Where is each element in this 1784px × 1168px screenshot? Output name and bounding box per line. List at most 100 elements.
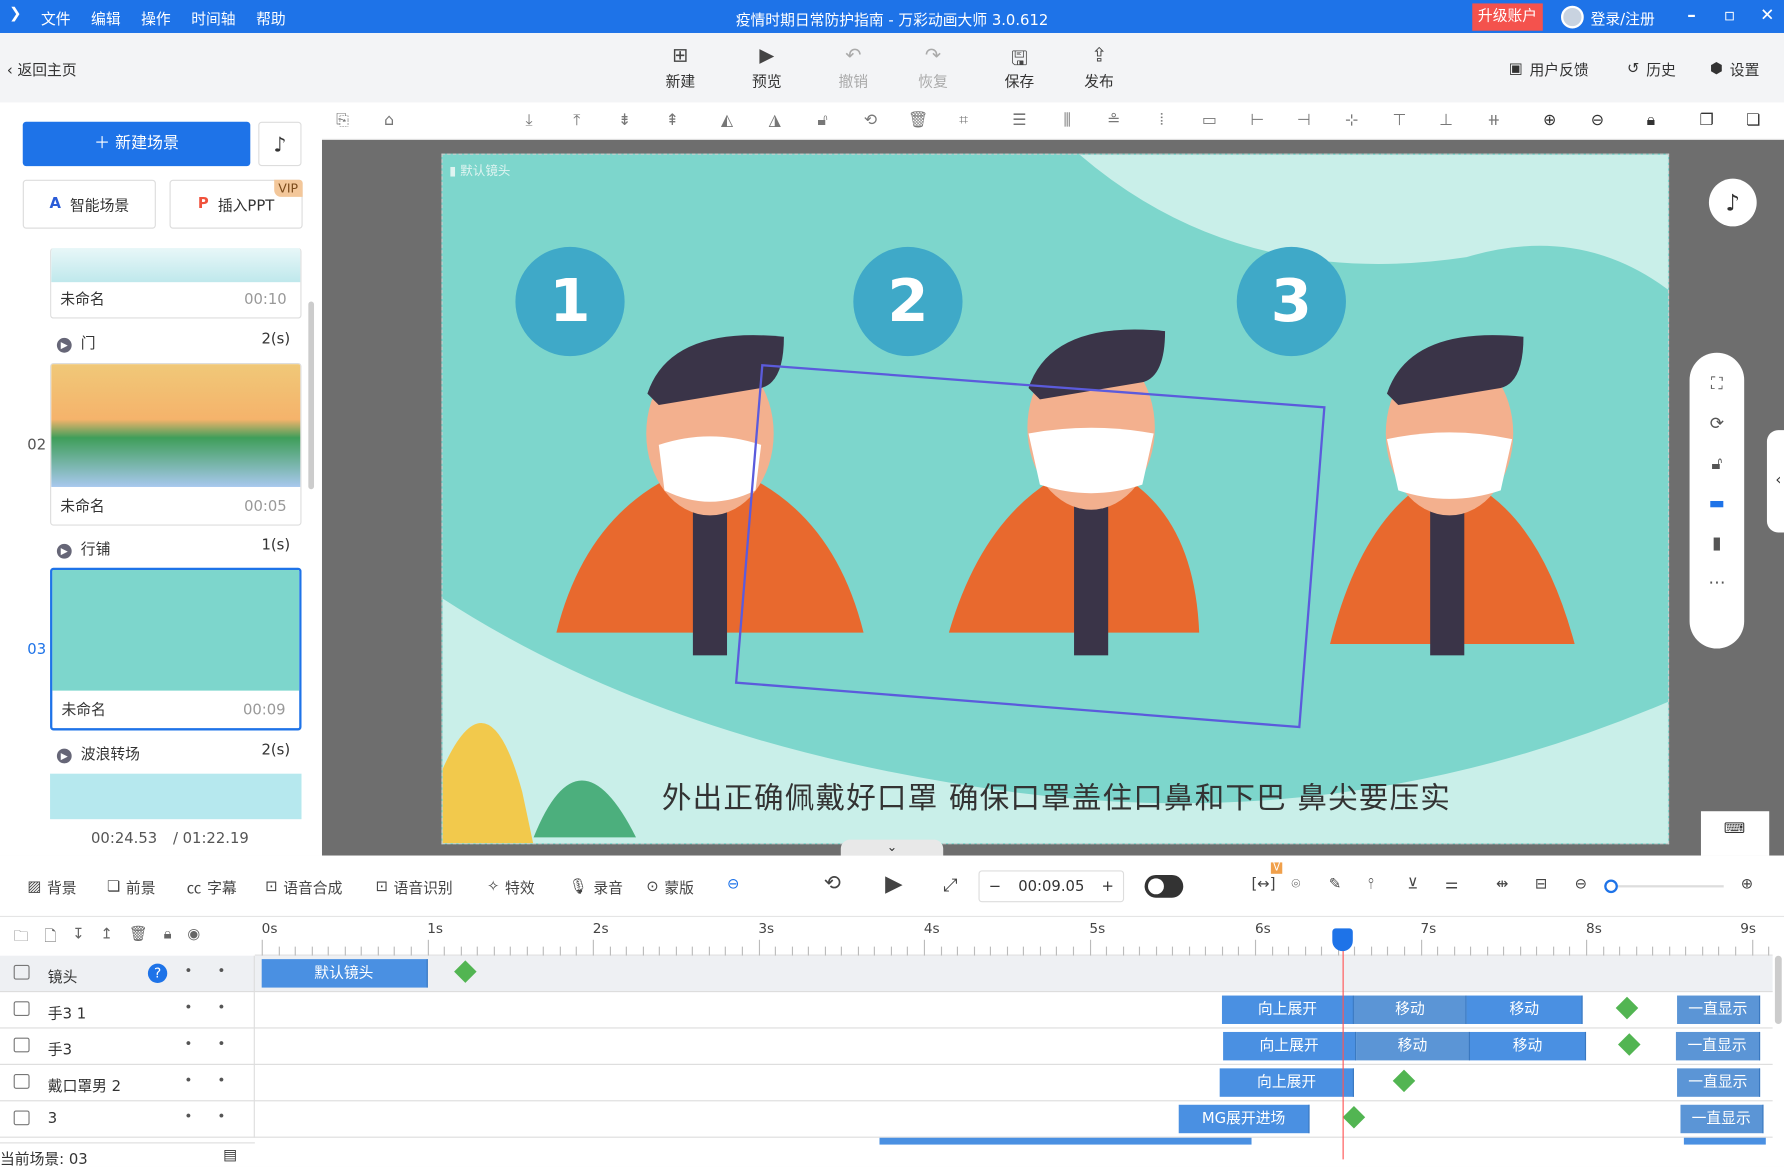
animation-block[interactable]: MG展开进场 <box>1178 1104 1310 1134</box>
split-button[interactable]: ⫯ <box>1368 876 1374 893</box>
center-v-icon[interactable]: ⧺ <box>1483 112 1506 130</box>
music-toggle-button[interactable]: ♪ <box>1708 178 1757 227</box>
timeline-row[interactable]: 手3 •• 向上展开 移动 移动 一直显示 <box>0 1028 1773 1065</box>
partial-row-block[interactable] <box>1683 1137 1766 1145</box>
animation-block[interactable]: 向上展开 <box>1223 1031 1356 1061</box>
fit-screen-icon[interactable]: ⛶ <box>1711 373 1723 393</box>
save-button[interactable]: 🖫 保存 <box>988 44 1052 91</box>
align-left-icon[interactable]: ⊢ <box>1246 112 1269 130</box>
fit-width-button[interactable]: ⇹ <box>1496 876 1508 893</box>
insert-ppt-button[interactable]: P 插入PPT VIP <box>169 179 303 229</box>
move-down-icon[interactable]: ↧ <box>72 926 84 951</box>
distribute-v-icon[interactable]: ⦙ <box>1150 112 1173 130</box>
subtitle-text[interactable]: 外出正确佩戴好口罩 确保口罩盖住口鼻和下巴 鼻尖要压实 <box>443 775 1668 817</box>
preview-button[interactable]: ▶ 预览 <box>735 44 799 91</box>
animation-block[interactable]: 默认镜头 <box>261 959 428 988</box>
align-right-icon[interactable]: ⊣ <box>1292 112 1315 130</box>
minimize-button[interactable]: – <box>1687 5 1696 25</box>
login-button[interactable]: 登录/注册 <box>1561 5 1655 29</box>
add-keyframe-icon[interactable] <box>1616 996 1639 1020</box>
back-home-link[interactable]: ‹ 返回主页 <box>7 58 77 80</box>
center-h-icon[interactable]: ⊹ <box>1340 112 1363 130</box>
layer-down-icon[interactable]: ⇟ <box>613 112 636 130</box>
zoom-in-timeline[interactable]: ⊕ <box>1741 876 1753 893</box>
upgrade-button[interactable]: 升级账户 <box>1472 3 1543 31</box>
bracket-button[interactable]: [↔] <box>1252 876 1276 893</box>
speech-recognition-button[interactable]: ⊡ 语音识别 <box>375 876 452 897</box>
align-bottom-icon[interactable]: ⤓ <box>518 112 541 130</box>
landscape-icon[interactable]: ▬ <box>1709 493 1725 513</box>
scene-card-4[interactable] <box>50 773 302 820</box>
redo-button[interactable]: ↷ 恢复 <box>901 44 965 91</box>
timeline-row[interactable]: 3 •• MG展开进场 一直显示 <box>0 1101 1773 1138</box>
add-keyframe-icon[interactable] <box>1617 1033 1641 1056</box>
background-button[interactable]: ▨ 背景 <box>27 876 76 897</box>
music-button[interactable]: ♪ <box>258 121 302 167</box>
scene-card-2[interactable]: 未命名 00:05 <box>50 362 302 526</box>
time-ruler[interactable]: 0s 1s 2s 3s 4s 5s 6s 7s 8s 9s <box>254 917 1773 956</box>
stage[interactable]: ▮ 默认镜头 1 2 3 外出正确佩戴好口罩 确保口罩盖住口鼻和下巴 鼻尖要压实 <box>441 153 1670 845</box>
timeline-scrollbar[interactable] <box>1774 955 1782 1024</box>
top-edge-icon[interactable]: ⊤ <box>1388 112 1411 130</box>
portrait-icon[interactable]: ▮ <box>1712 532 1721 552</box>
delete-icon[interactable]: 🗑︎ <box>907 112 930 130</box>
filter-button[interactable]: ⊻ <box>1407 876 1418 893</box>
edit-button[interactable]: ✎ <box>1329 876 1341 893</box>
unlock-icon[interactable]: 🔓︎ <box>1711 453 1722 473</box>
transition-item[interactable]: ▶ 行铺 1(s) <box>56 537 290 559</box>
notes-icon[interactable]: ▤ <box>223 1147 237 1164</box>
add-keyframe-icon[interactable] <box>1392 1069 1416 1093</box>
unlock-icon[interactable]: 🔓︎ <box>811 112 834 130</box>
animation-block[interactable]: 向上展开 <box>1221 995 1355 1024</box>
zoom-slider[interactable] <box>1604 879 1724 894</box>
undo-button[interactable]: ↶ 撤销 <box>821 44 885 91</box>
more-button[interactable]: ⊖ <box>727 876 739 893</box>
zoom-slider-handle[interactable] <box>1604 879 1618 894</box>
rotate-icon[interactable]: ⟲ <box>859 112 882 130</box>
animation-block[interactable]: 一直显示 <box>1677 995 1760 1024</box>
move-up-icon[interactable]: ↥ <box>101 926 113 951</box>
time-stepper[interactable]: −00:09.05 + <box>978 870 1125 903</box>
animation-block[interactable]: 移动 <box>1355 1031 1471 1061</box>
visibility-dots[interactable]: •• <box>184 1108 250 1124</box>
partial-row-block[interactable] <box>879 1137 1252 1145</box>
help-icon[interactable]: ? <box>147 963 168 984</box>
fullscreen-button[interactable]: ⤢ <box>943 874 958 897</box>
animation-block[interactable]: 移动 <box>1470 1031 1587 1061</box>
flip-horizontal-icon[interactable]: ◭ <box>716 112 739 130</box>
new-scene-button[interactable]: ＋ 新建场景 <box>22 121 251 167</box>
ratio-button[interactable]: ⊟ <box>1535 876 1547 893</box>
add-keyframe-icon[interactable] <box>454 960 477 983</box>
minus-icon[interactable]: − <box>989 878 1001 895</box>
timeline-row[interactable]: 镜头 ••? 默认镜头 <box>0 955 1773 993</box>
keyboard-button[interactable]: ⌨ <box>1700 811 1770 856</box>
history-button[interactable]: ↺ 历史 <box>1627 58 1676 79</box>
time-input[interactable]: 00:09.05 <box>1018 878 1084 895</box>
align-center-v-icon[interactable]: ☰ <box>1008 112 1031 130</box>
align-top-icon[interactable]: ⤒ <box>565 112 588 130</box>
layer-up-icon[interactable]: ⇞ <box>661 112 684 130</box>
mask-button[interactable]: ⊙ 蒙版 <box>646 876 694 897</box>
play-button[interactable]: ▶ <box>885 869 903 896</box>
scene-card-1[interactable]: 未命名 00:10 <box>50 248 302 319</box>
visibility-dots[interactable]: •• <box>184 1035 250 1051</box>
more-icon[interactable]: ⋯ <box>1708 572 1725 592</box>
record-button[interactable]: 🎙︎ 录音 <box>569 876 623 897</box>
scene-scrollbar[interactable] <box>308 301 315 490</box>
new-button[interactable]: ⊞ 新建 <box>649 44 713 91</box>
animation-block[interactable]: 移动 <box>1466 995 1583 1024</box>
feedback-button[interactable]: ▣ 用户反馈 <box>1509 58 1589 79</box>
scene-card-3-selected[interactable]: 未命名 00:09 <box>50 567 302 731</box>
animation-block[interactable]: 一直显示 <box>1677 1068 1760 1097</box>
adjust-button[interactable]: ⚌ <box>1445 876 1458 893</box>
zoom-in-icon[interactable]: ⊕ <box>1538 112 1561 130</box>
paste-icon[interactable]: ❏ <box>1742 112 1765 130</box>
eye-icon[interactable]: ◉ <box>187 926 200 951</box>
plus-icon[interactable]: + <box>1101 878 1113 895</box>
tts-button[interactable]: ⊡ 语音合成 <box>265 876 342 897</box>
format-painter-icon[interactable]: ⎘ <box>331 112 354 130</box>
visibility-dots[interactable]: •• <box>184 963 250 979</box>
animation-block[interactable]: 向上展开 <box>1220 1068 1355 1097</box>
effects-button[interactable]: ✧ 特效 <box>487 876 535 897</box>
foreground-button[interactable]: ❏ 前景 <box>107 876 156 897</box>
